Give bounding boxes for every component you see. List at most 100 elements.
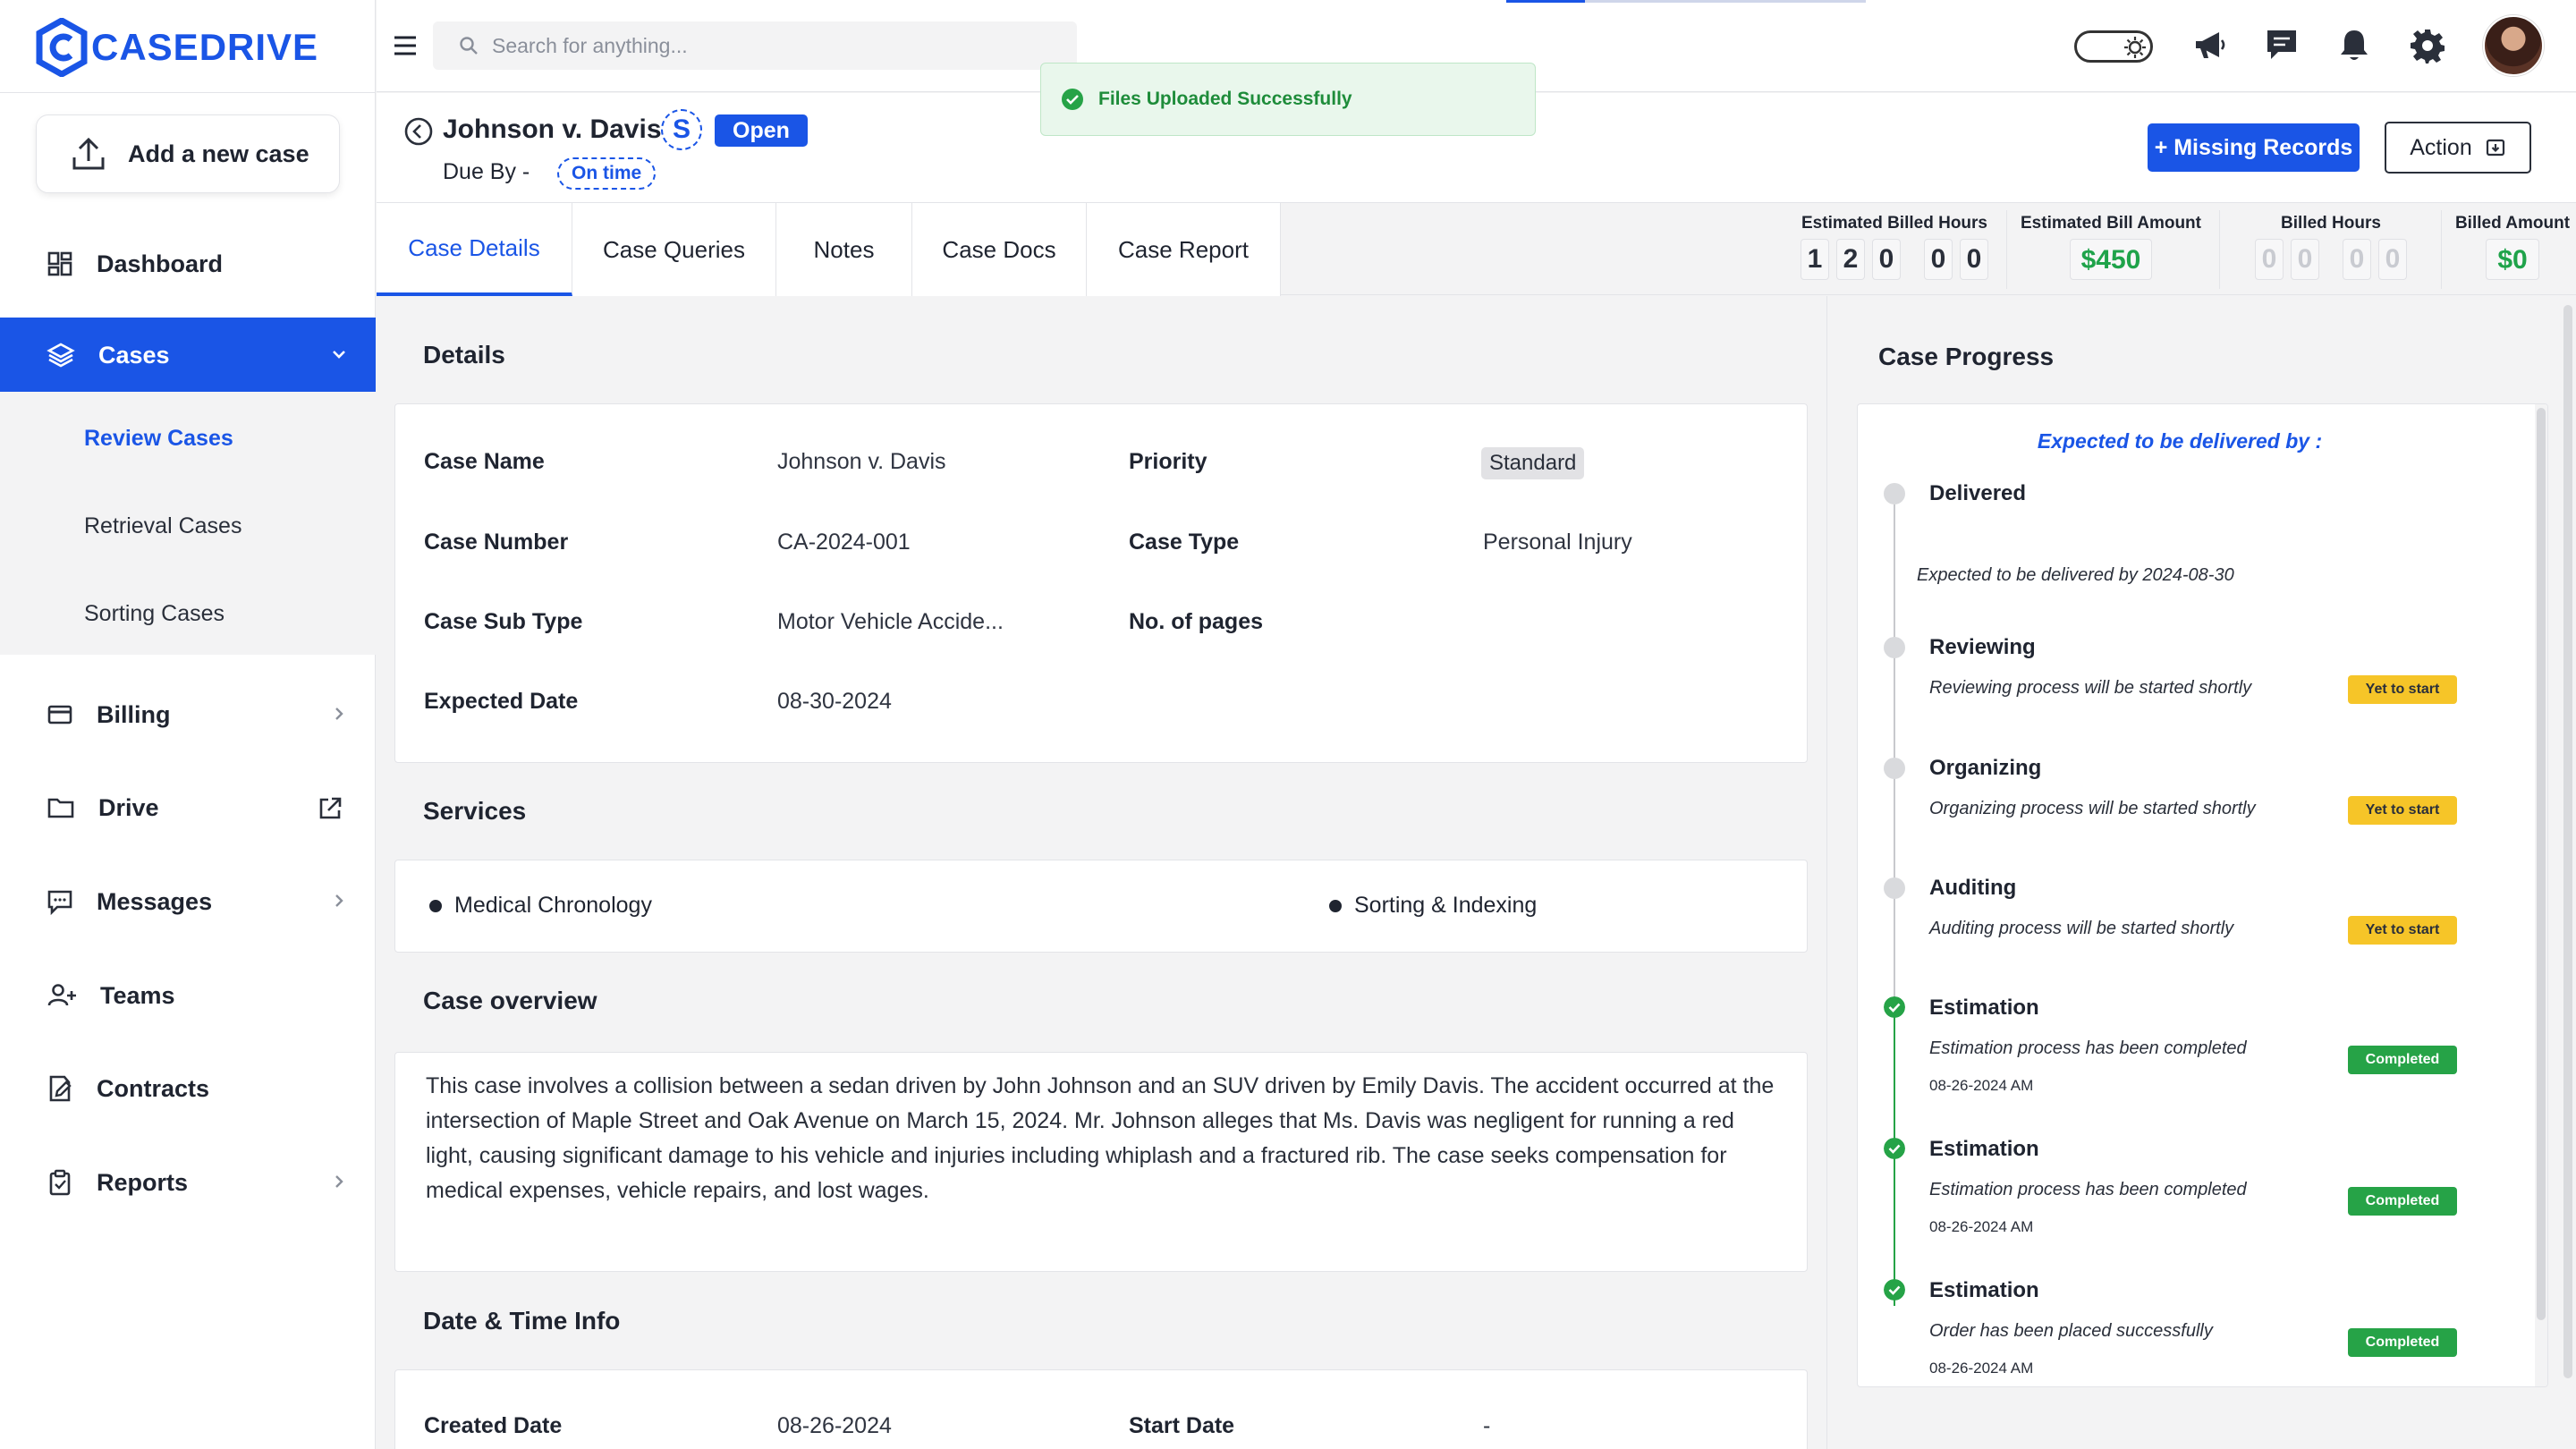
casedrive-hexagon-icon xyxy=(36,18,88,77)
sidebar-item-label: Reports xyxy=(97,1168,189,1196)
service-item: Sorting & Indexing xyxy=(1329,893,1537,919)
theme-toggle[interactable] xyxy=(2074,30,2153,63)
back-arrow-icon[interactable] xyxy=(403,116,434,147)
step-name: Auditing xyxy=(1929,876,2017,900)
export-box-icon xyxy=(2486,139,2504,157)
metric-label: Billed Hours xyxy=(2281,214,2381,233)
chat-icon[interactable] xyxy=(2264,27,2300,64)
step-name: Estimation xyxy=(1929,1137,2039,1161)
overview-card: This case involves a collision between a… xyxy=(394,1052,1808,1272)
service-label: Medical Chronology xyxy=(454,893,652,918)
check-circle-icon xyxy=(1884,1138,1905,1159)
step-description: Expected to be delivered by 2024-08-30 xyxy=(1917,565,2234,585)
step-status-dot xyxy=(1884,637,1905,658)
user-avatar[interactable] xyxy=(2483,15,2544,76)
overview-text: This case involves a collision between a… xyxy=(426,1073,1775,1203)
sun-icon xyxy=(2124,37,2146,58)
case-sub-type-value: Motor Vehicle Accide... xyxy=(777,609,1004,634)
sidebar-item-label: Teams xyxy=(100,981,175,1009)
sidebar-item-billing[interactable]: Billing xyxy=(0,677,376,752)
case-type-label: Case Type xyxy=(1129,530,1240,555)
sidebar-item-cases[interactable]: Cases xyxy=(0,318,376,393)
gear-icon[interactable] xyxy=(2409,27,2446,64)
action-label: Action xyxy=(2410,134,2472,160)
casedrive-logo[interactable]: CASEDRIVE xyxy=(36,16,318,79)
status-pill: Yet to start xyxy=(2348,916,2457,945)
sidebar-item-messages[interactable]: Messages xyxy=(0,864,376,939)
case-sub-type-label: Case Sub Type xyxy=(424,609,583,634)
missing-records-button[interactable]: + Missing Records xyxy=(2148,123,2360,172)
sidebar-item-label: Cases xyxy=(98,341,170,369)
chevron-right-icon[interactable] xyxy=(329,704,349,724)
sidebar-item-label: Billing xyxy=(97,700,171,728)
step-description: Reviewing process will be started shortl… xyxy=(1929,678,2252,698)
sidebar-item-contracts[interactable]: Contracts xyxy=(0,1051,376,1126)
digit: 0 xyxy=(1960,239,1988,280)
expected-delivery-heading: Expected to be delivered by : xyxy=(2037,429,2323,453)
details-title: Details xyxy=(423,341,505,369)
bell-icon[interactable] xyxy=(2337,27,2371,64)
tab-case-report[interactable]: Case Report xyxy=(1087,203,1281,296)
metric-label: Estimated Bill Amount xyxy=(2021,214,2201,233)
sidebar-item-reports[interactable]: Reports xyxy=(0,1145,376,1220)
pages-label: No. of pages xyxy=(1129,609,1264,634)
step-name: Reviewing xyxy=(1929,635,2036,659)
digit: 2 xyxy=(1836,239,1865,280)
check-circle-icon xyxy=(1884,996,1905,1018)
step-status-dot xyxy=(1884,758,1905,779)
expected-date-value: 08-30-2024 xyxy=(777,689,892,714)
search-input[interactable] xyxy=(492,33,1029,58)
sidebar-sub-retrieval-cases[interactable]: Retrieval Cases xyxy=(84,513,242,539)
chevron-down-icon[interactable] xyxy=(329,344,349,364)
digit: 0 xyxy=(1872,239,1901,280)
digit: 0 xyxy=(2291,239,2319,280)
sidebar-item-drive[interactable]: Drive xyxy=(0,770,376,845)
chevron-right-icon[interactable] xyxy=(329,891,349,911)
tab-case-docs[interactable]: Case Docs xyxy=(912,203,1087,296)
upload-icon xyxy=(72,137,105,170)
step-description: Order has been placed successfully xyxy=(1929,1321,2213,1341)
action-button[interactable]: Action xyxy=(2385,122,2531,174)
hamburger-menu-icon[interactable] xyxy=(391,32,419,59)
sidebar-item-teams[interactable]: Teams xyxy=(0,958,376,1033)
sidebar-item-dashboard[interactable]: Dashboard xyxy=(0,226,376,301)
chevron-right-icon[interactable] xyxy=(329,1172,349,1191)
step-description: Organizing process will be started short… xyxy=(1929,799,2256,818)
megaphone-icon[interactable] xyxy=(2190,27,2228,64)
tab-case-details[interactable]: Case Details xyxy=(377,203,572,296)
success-toast: Files Uploaded Successfully xyxy=(1040,63,1536,136)
step-status-dot xyxy=(1884,483,1905,504)
sidebar-sub-sorting-cases[interactable]: Sorting Cases xyxy=(84,601,225,627)
created-date-value: 08-26-2024 xyxy=(777,1413,892,1438)
datetime-title: Date & Time Info xyxy=(423,1307,621,1335)
step-timestamp: 08-26-2024 AM xyxy=(1929,1218,2034,1235)
sidebar-item-label: Contracts xyxy=(97,1074,210,1102)
tab-notes[interactable]: Notes xyxy=(776,203,912,296)
case-type-value: Personal Injury xyxy=(1483,530,1632,555)
step-timestamp: 08-26-2024 AM xyxy=(1929,1077,2034,1094)
metric-estimated-bill-amount: Estimated Bill Amount $450 xyxy=(2012,214,2209,280)
timeline-scrollbar[interactable] xyxy=(2535,404,2547,1386)
timeline-scroll-thumb[interactable] xyxy=(2537,408,2546,1320)
page-scrollbar[interactable] xyxy=(2563,296,2576,1449)
sidebar: CASEDRIVE Add a new case Dashboard Cases… xyxy=(0,0,376,1449)
tab-case-queries[interactable]: Case Queries xyxy=(572,203,776,296)
step-name: Delivered xyxy=(1929,481,2027,505)
case-details-content: Details Case Name Johnson v. Davis Prior… xyxy=(377,296,1826,1449)
search-bar[interactable] xyxy=(433,21,1077,70)
priority-badge: Standard xyxy=(1481,447,1585,479)
overview-title: Case overview xyxy=(423,987,597,1014)
case-tabs-row: Case Details Case Queries Notes Case Doc… xyxy=(377,202,2576,296)
services-card: Medical Chronology Sorting & Indexing xyxy=(394,860,1808,953)
credit-card-icon xyxy=(47,705,72,724)
add-new-case-button[interactable]: Add a new case xyxy=(36,114,340,193)
service-badge: S xyxy=(661,109,702,150)
step-name: Estimation xyxy=(1929,1278,2039,1302)
external-link-icon[interactable] xyxy=(317,795,343,822)
cases-submenu: Review Cases Retrieval Cases Sorting Cas… xyxy=(0,392,376,655)
case-name-label: Case Name xyxy=(424,449,545,474)
page-scroll-thumb[interactable] xyxy=(2563,305,2572,1378)
sidebar-sub-review-cases[interactable]: Review Cases xyxy=(84,426,233,452)
case-progress-panel: Case Progress Expected to be delivered b… xyxy=(1826,296,2576,1449)
user-plus-icon xyxy=(47,984,76,1006)
